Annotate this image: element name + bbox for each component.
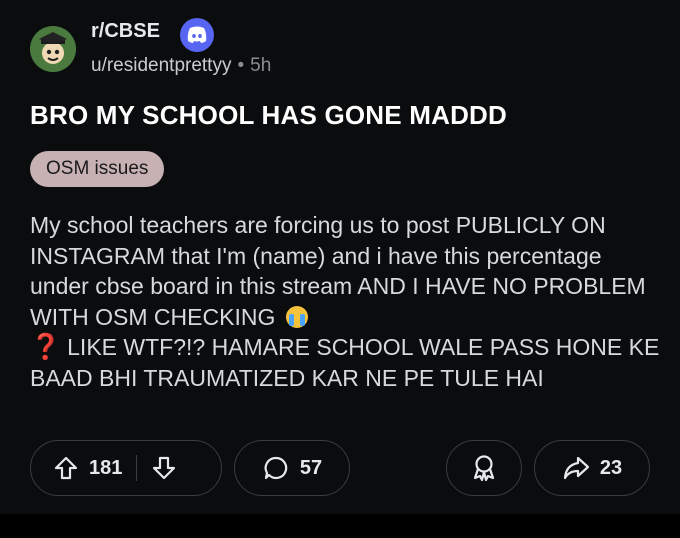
bottom-bar [0,514,680,538]
vote-divider [136,455,138,481]
post-body-part2: LIKE WTF?!? HAMARE SCHOOL WALE PASS HONE… [30,334,660,391]
question-mark-emoji: ❓ [30,333,62,361]
subreddit-avatar-icon[interactable] [30,26,76,72]
share-count: 23 [599,456,623,479]
upvote-arrow-icon[interactable] [53,455,79,481]
downvote-arrow-icon[interactable] [151,455,177,481]
post-age: 5h [250,55,272,76]
post-meta: u/residentprettyy • 5h [91,55,271,77]
share-arrow-icon [562,455,590,481]
post-body-part1: My school teachers are forcing us to pos… [30,212,646,330]
post-title[interactable]: BRO MY SCHOOL HAS GONE MADDD [30,100,507,131]
subreddit-name[interactable]: r/CBSE [91,20,160,43]
comment-count: 57 [299,456,323,479]
meta-separator: • [237,55,245,76]
post-card: r/CBSE u/residentprettyy • 5h BRO MY SCHOO… [0,0,680,514]
comment-bubble-icon [262,454,290,482]
vote-control: 181 [30,440,222,496]
post-body: My school teachers are forcing us to pos… [30,210,660,393]
author-link[interactable]: u/residentprettyy [91,55,231,76]
crying-face-emoji [285,305,308,328]
discord-icon[interactable] [180,18,214,52]
award-ribbon-icon [470,453,498,483]
award-button[interactable] [446,440,522,496]
post-flair[interactable]: OSM issues [30,151,165,187]
comment-button[interactable]: 57 [234,440,350,496]
upvote-count: 181 [89,456,123,479]
share-button[interactable]: 23 [534,440,650,496]
